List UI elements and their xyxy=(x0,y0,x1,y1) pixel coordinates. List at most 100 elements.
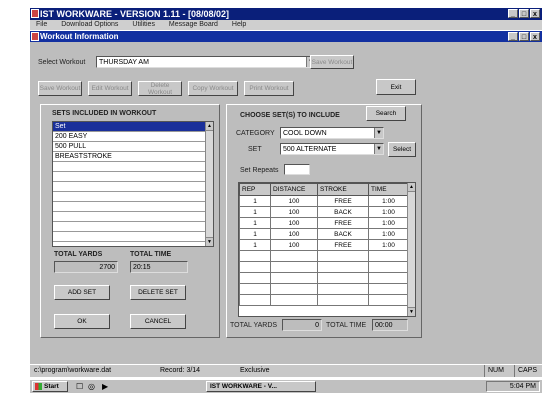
time-cell[interactable]: 1:00 xyxy=(368,206,409,218)
column-header-time[interactable]: TIME xyxy=(368,183,409,196)
list-item[interactable] xyxy=(53,202,213,212)
table-row[interactable] xyxy=(239,250,409,262)
scroll-down-icon[interactable]: ▼ xyxy=(206,237,213,246)
time-cell[interactable]: 1:00 xyxy=(368,228,409,240)
delete-set-button[interactable]: DELETE SET xyxy=(130,285,186,300)
list-item[interactable]: BREASTSTROKE xyxy=(53,152,213,162)
start-button[interactable]: Start xyxy=(32,381,68,392)
table-row[interactable]: 1 100 FREE 1:00 xyxy=(239,239,409,251)
add-set-button[interactable]: ADD SET xyxy=(54,285,110,300)
distance-cell[interactable]: 100 xyxy=(270,228,318,240)
table-row[interactable]: 1 100 BACK 1:00 xyxy=(239,228,409,240)
save-workout-button[interactable]: Save Workout xyxy=(38,81,82,96)
print-workout-button[interactable]: Print Workout xyxy=(244,81,294,96)
window-icon xyxy=(31,32,39,41)
list-item[interactable]: Set xyxy=(53,122,213,132)
status-caps: CAPS xyxy=(514,365,537,377)
scroll-up-icon[interactable]: ▲ xyxy=(408,183,415,192)
list-item[interactable] xyxy=(53,182,213,192)
stroke-cell[interactable]: BACK xyxy=(317,206,369,218)
select-workout-dropdown[interactable]: THURSDAY AM ▼ xyxy=(96,56,316,68)
menu-help[interactable]: Help xyxy=(232,21,246,28)
select-workout-label: Select Workout xyxy=(38,59,86,66)
minimize-button[interactable]: _ xyxy=(508,9,518,18)
list-item[interactable] xyxy=(53,212,213,222)
ok-button[interactable]: OK xyxy=(54,314,110,329)
exit-button[interactable]: Exit xyxy=(376,79,416,95)
list-item[interactable] xyxy=(53,172,213,182)
maximize-button[interactable]: □ xyxy=(519,9,529,18)
set-repeats-input[interactable] xyxy=(284,164,310,175)
app-icon xyxy=(31,9,39,18)
set-details-grid[interactable]: REP DISTANCE STROKE TIME 1 100 FREE 1:00… xyxy=(238,182,416,317)
rep-cell[interactable]: 1 xyxy=(239,239,271,251)
list-item[interactable] xyxy=(53,232,213,242)
set-dropdown[interactable]: 500 ALTERNATE ▼ xyxy=(280,143,384,155)
child-minimize-button[interactable]: _ xyxy=(508,32,518,41)
chevron-down-icon[interactable]: ▼ xyxy=(374,144,383,154)
system-tray: 5:04 PM xyxy=(486,381,540,392)
stroke-cell[interactable]: FREE xyxy=(317,217,369,229)
list-item[interactable] xyxy=(53,192,213,202)
scroll-down-icon[interactable]: ▼ xyxy=(408,307,415,316)
time-cell[interactable]: 1:00 xyxy=(368,217,409,229)
category-label: CATEGORY xyxy=(236,130,275,137)
column-header-stroke[interactable]: STROKE xyxy=(317,183,369,196)
delete-workout-button[interactable]: Delete Workout xyxy=(138,81,182,96)
list-item[interactable]: 200 EASY xyxy=(53,132,213,142)
time-cell[interactable]: 1:00 xyxy=(368,195,409,207)
table-row[interactable] xyxy=(239,261,409,273)
stroke-cell[interactable]: FREE xyxy=(317,195,369,207)
copy-workout-button[interactable]: Copy Workout xyxy=(188,81,238,96)
column-header-distance[interactable]: DISTANCE xyxy=(270,183,318,196)
stroke-cell[interactable]: BACK xyxy=(317,228,369,240)
rep-cell[interactable]: 1 xyxy=(239,195,271,207)
child-close-button[interactable]: x xyxy=(530,32,540,41)
grid-scrollbar[interactable]: ▲ ▼ xyxy=(407,183,415,316)
chevron-down-icon[interactable]: ▼ xyxy=(374,128,383,138)
taskbar-app-button[interactable]: IST WORKWARE - V... xyxy=(206,381,316,392)
column-header-rep[interactable]: REP xyxy=(239,183,271,196)
category-dropdown[interactable]: COOL DOWN ▼ xyxy=(280,127,384,139)
sets-list-scrollbar[interactable]: ▲ ▼ xyxy=(205,122,213,246)
close-button[interactable]: x xyxy=(530,9,540,18)
menu-download-options[interactable]: Download Options xyxy=(61,21,118,28)
edit-workout-button[interactable]: Edit Workout xyxy=(88,81,132,96)
distance-cell[interactable]: 100 xyxy=(270,239,318,251)
status-mode: Exclusive xyxy=(240,367,270,374)
distance-cell[interactable]: 100 xyxy=(270,195,318,207)
list-item[interactable] xyxy=(53,222,213,232)
menu-file[interactable]: File xyxy=(36,21,47,28)
cancel-button[interactable]: CANCEL xyxy=(130,314,186,329)
rep-cell[interactable]: 1 xyxy=(239,217,271,229)
table-row[interactable]: 1 100 FREE 1:00 xyxy=(239,195,409,207)
side-save-button[interactable]: Save Workout xyxy=(310,55,354,69)
app-title-bar: IST WORKWARE - VERSION 1.11 - [08/08/02]… xyxy=(30,8,542,20)
select-button[interactable]: Select xyxy=(388,142,416,157)
set-total-yards-label: TOTAL YARDS xyxy=(230,322,278,329)
table-row[interactable]: 1 100 BACK 1:00 xyxy=(239,206,409,218)
table-row[interactable] xyxy=(239,272,409,284)
time-cell[interactable]: 1:00 xyxy=(368,239,409,251)
table-row[interactable] xyxy=(239,283,409,295)
rep-cell[interactable]: 1 xyxy=(239,228,271,240)
menu-utilities[interactable]: Utilities xyxy=(132,21,155,28)
rep-cell[interactable]: 1 xyxy=(239,206,271,218)
stroke-cell[interactable]: FREE xyxy=(317,239,369,251)
distance-cell[interactable]: 100 xyxy=(270,217,318,229)
list-item[interactable] xyxy=(53,162,213,172)
child-maximize-button[interactable]: □ xyxy=(519,32,529,41)
select-workout-value: THURSDAY AM xyxy=(99,59,149,66)
outlook-icon[interactable]: ◎ xyxy=(88,382,95,391)
menu-message-board[interactable]: Message Board xyxy=(169,21,218,28)
table-row[interactable] xyxy=(239,294,409,306)
search-button[interactable]: Search xyxy=(366,106,406,121)
table-row[interactable]: 1 100 FREE 1:00 xyxy=(239,217,409,229)
list-item[interactable]: 500 PULL xyxy=(53,142,213,152)
distance-cell[interactable]: 100 xyxy=(270,206,318,218)
sets-included-list[interactable]: Set 200 EASY 500 PULL BREASTSTROKE ▲ ▼ xyxy=(52,121,214,247)
quick-launch-icon[interactable]: ☐ xyxy=(76,382,83,391)
explorer-icon[interactable]: ▶ xyxy=(102,382,108,391)
scroll-up-icon[interactable]: ▲ xyxy=(206,122,213,131)
clock[interactable]: 5:04 PM xyxy=(510,383,536,390)
